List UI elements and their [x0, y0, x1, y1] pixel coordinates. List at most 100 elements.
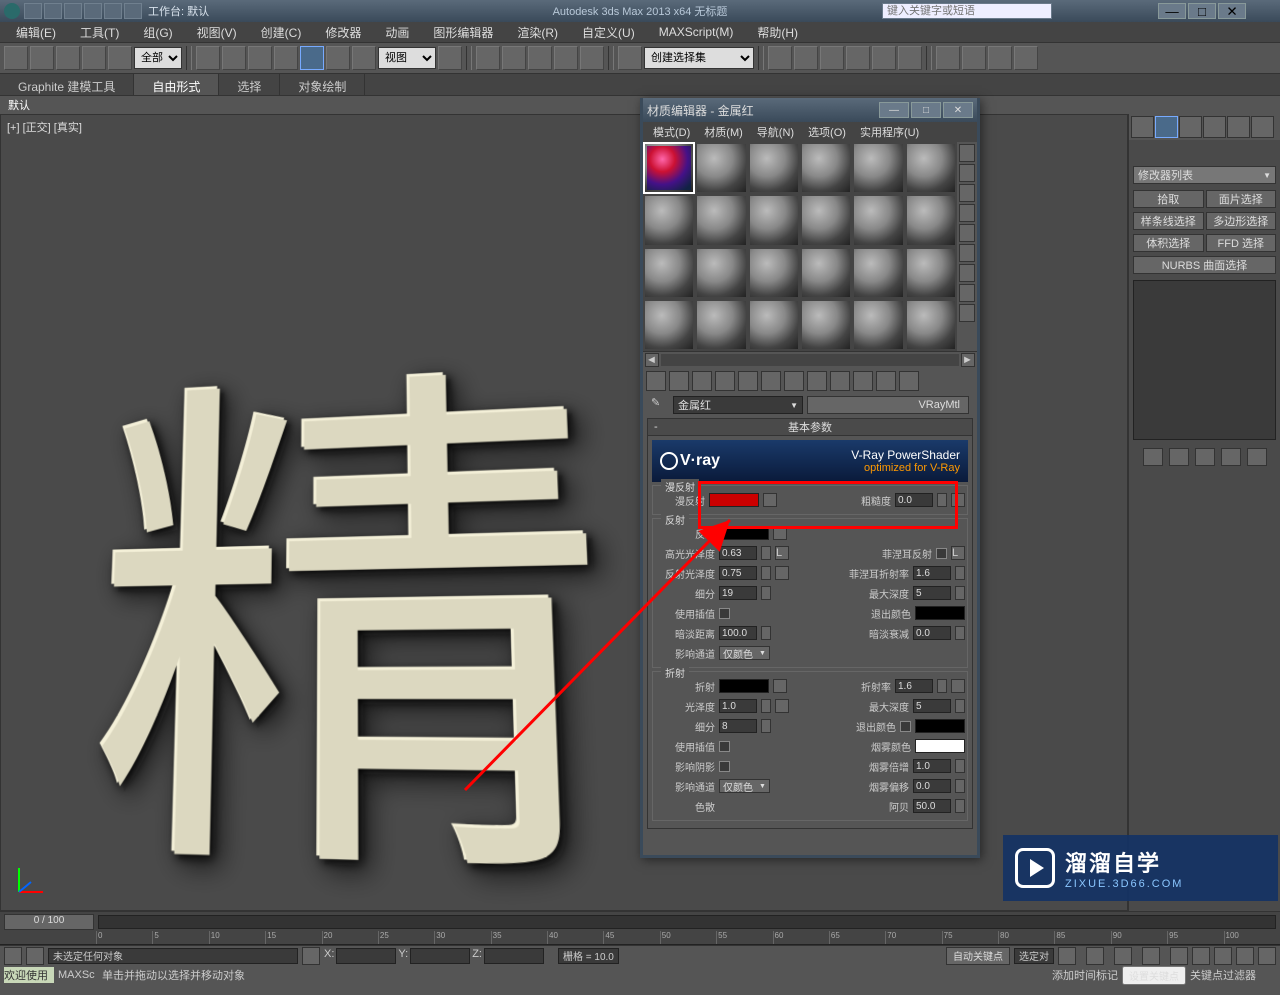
pick-from-object-icon[interactable]: ✎ — [651, 396, 669, 414]
ribbon-tab-freeform[interactable]: 自由形式 — [134, 74, 219, 95]
named-sets-edit-button[interactable] — [618, 46, 642, 70]
fog-color-swatch[interactable] — [915, 739, 965, 753]
menu-maxscript[interactable]: MAXScript(M) — [649, 23, 744, 41]
add-time-tag[interactable]: 添加时间标记 — [1052, 967, 1118, 983]
material-menu-utilities[interactable]: 实用程序(U) — [854, 122, 925, 142]
menu-help[interactable]: 帮助(H) — [747, 22, 808, 43]
qat-redo-icon[interactable] — [104, 3, 122, 19]
sample-slot[interactable] — [852, 194, 904, 246]
viewport-nav-icon[interactable] — [1236, 947, 1254, 965]
stack-pin-icon[interactable] — [1143, 448, 1163, 466]
sample-slot[interactable] — [800, 194, 852, 246]
exit-color-checkbox[interactable] — [900, 721, 911, 732]
select-object-button[interactable] — [196, 46, 220, 70]
menu-edit[interactable]: 编辑(E) — [6, 22, 66, 43]
pivot-center-button[interactable] — [438, 46, 462, 70]
abbe-spinner[interactable]: 50.0 — [913, 799, 951, 813]
time-slider-track[interactable] — [98, 915, 1276, 929]
ribbon-tab-selection[interactable]: 选择 — [219, 74, 280, 95]
workspace-dropdown[interactable]: 工作台: 默认 — [148, 3, 209, 19]
select-scale-button[interactable] — [352, 46, 376, 70]
spinner-buttons[interactable] — [761, 546, 771, 560]
time-slider-handle[interactable]: 0 / 100 — [4, 914, 94, 930]
material-rollouts[interactable]: 基本参数 V·ray V-Ray PowerShaderoptimized fo… — [643, 416, 977, 855]
spinner-buttons[interactable] — [955, 626, 965, 640]
modify-tab-icon[interactable] — [1155, 116, 1178, 138]
modify-btn-patch[interactable]: 面片选择 — [1206, 190, 1277, 208]
exit-color-swatch[interactable] — [915, 606, 965, 620]
refract-subdivs-spinner[interactable]: 8 — [719, 719, 757, 733]
reflect-color-swatch[interactable] — [719, 526, 769, 540]
hierarchy-tab-icon[interactable] — [1179, 116, 1202, 138]
roughness-spinner[interactable]: 0.0 — [895, 493, 933, 507]
reflect-gloss-spinner[interactable]: 0.75 — [719, 566, 757, 580]
fogmult-spinner[interactable]: 1.0 — [913, 759, 951, 773]
scroll-track[interactable] — [661, 354, 959, 366]
percent-snap-button[interactable] — [554, 46, 578, 70]
sample-slot[interactable] — [748, 247, 800, 299]
fresnel-lock[interactable]: L — [951, 546, 965, 560]
refract-color-swatch[interactable] — [719, 679, 769, 693]
selection-filter-dropdown[interactable]: 全部 — [134, 47, 182, 69]
help-icon[interactable] — [1104, 3, 1122, 19]
maximize-button[interactable]: □ — [1188, 3, 1216, 19]
modify-btn-vol[interactable]: 体积选择 — [1133, 234, 1204, 252]
affect-channel-dropdown[interactable]: 仅颜色 — [719, 646, 770, 660]
backlight-icon[interactable] — [959, 164, 975, 182]
make-copy-icon[interactable] — [738, 371, 758, 391]
put-to-scene-icon[interactable] — [669, 371, 689, 391]
select-by-name-button[interactable] — [222, 46, 246, 70]
modify-btn-ffd[interactable]: FFD 选择 — [1206, 234, 1277, 252]
search-input[interactable] — [882, 3, 1052, 19]
auto-key-button[interactable]: 自动关键点 — [946, 947, 1010, 965]
axis-gizmo[interactable] — [13, 862, 49, 898]
coord-y-input[interactable] — [410, 948, 470, 964]
viewport-label[interactable]: [+] [正交] [真实] — [7, 119, 82, 135]
options-icon[interactable] — [959, 264, 975, 282]
background-icon[interactable] — [959, 184, 975, 202]
menu-rendering[interactable]: 渲染(R) — [507, 22, 568, 43]
window-crossing-button[interactable] — [274, 46, 298, 70]
ribbon-tab-object-paint[interactable]: 对象绘制 — [280, 74, 365, 95]
qat-open-icon[interactable] — [44, 3, 62, 19]
spinner-buttons[interactable] — [937, 679, 947, 693]
play-icon[interactable] — [1114, 947, 1132, 965]
get-material-icon[interactable] — [646, 371, 666, 391]
dimdist-spinner[interactable]: 100.0 — [719, 626, 757, 640]
assign-to-selection-icon[interactable] — [692, 371, 712, 391]
sample-slot[interactable] — [695, 142, 747, 194]
sample-slot[interactable] — [643, 299, 695, 351]
key-mode-dropdown[interactable]: 选定对 — [1014, 948, 1054, 964]
qat-link-icon[interactable] — [124, 3, 142, 19]
sample-slot[interactable] — [905, 247, 957, 299]
hilight-gloss-spinner[interactable]: 0.63 — [719, 546, 757, 560]
unlink-button[interactable] — [82, 46, 106, 70]
material-menu-navigate[interactable]: 导航(N) — [751, 122, 800, 142]
menu-customize[interactable]: 自定义(U) — [572, 22, 645, 43]
menu-views[interactable]: 视图(V) — [187, 22, 247, 43]
menu-modifiers[interactable]: 修改器 — [315, 22, 371, 43]
sample-slot[interactable] — [905, 299, 957, 351]
scroll-right-icon[interactable]: ► — [961, 353, 975, 367]
schematic-view-button[interactable] — [898, 46, 922, 70]
sample-slot[interactable] — [748, 299, 800, 351]
qat-new-icon[interactable] — [24, 3, 42, 19]
next-frame-icon[interactable] — [1142, 947, 1160, 965]
listener-icon[interactable] — [26, 947, 44, 965]
sample-slot[interactable] — [695, 299, 747, 351]
sample-slot[interactable] — [905, 142, 957, 194]
modify-btn-poly[interactable]: 多边形选择 — [1206, 212, 1277, 230]
spinner-snap-button[interactable] — [580, 46, 604, 70]
dimfall-spinner[interactable]: 0.0 — [913, 626, 951, 640]
align-button[interactable] — [794, 46, 818, 70]
minimize-button[interactable]: — — [1158, 3, 1186, 19]
app-icon[interactable] — [4, 3, 20, 19]
menu-tools[interactable]: 工具(T) — [70, 22, 129, 43]
graphite-toggle-button[interactable] — [846, 46, 870, 70]
modify-btn-nurbs[interactable]: NURBS 曲面选择 — [1133, 256, 1276, 274]
fresnel-ior-spinner[interactable]: 1.6 — [913, 566, 951, 580]
prev-frame-icon[interactable] — [1086, 947, 1104, 965]
spinner-buttons[interactable] — [955, 586, 965, 600]
selection-region-button[interactable] — [248, 46, 272, 70]
modify-btn-pick[interactable]: 拾取 — [1133, 190, 1204, 208]
